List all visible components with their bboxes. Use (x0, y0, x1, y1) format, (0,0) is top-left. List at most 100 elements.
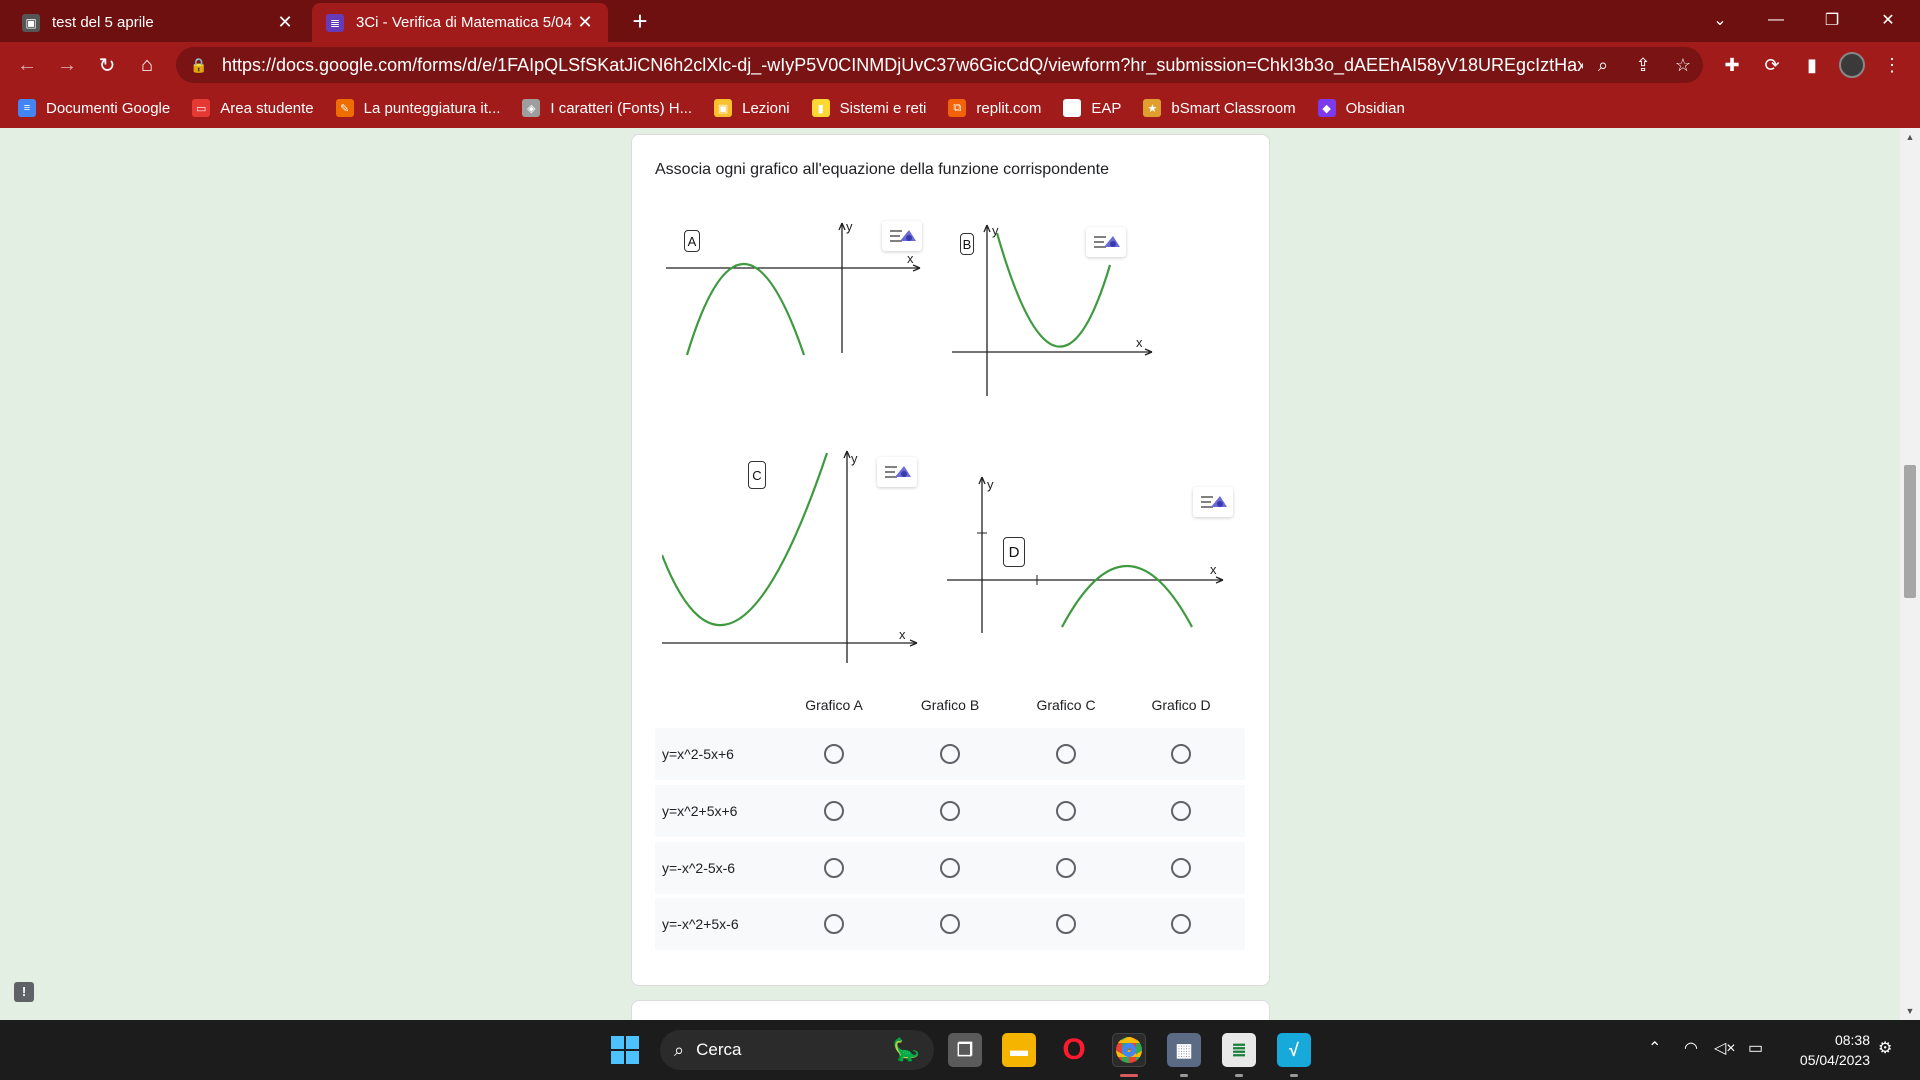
feedback-icon[interactable]: ! (14, 982, 34, 1002)
tab-search-icon[interactable]: ⌄ (1696, 0, 1744, 40)
share-icon[interactable]: ⇪ (1623, 55, 1663, 76)
radio-row2-grafico-b[interactable] (940, 801, 960, 821)
bookmark-eap[interactable]: EAP (1063, 99, 1121, 117)
task-view-icon[interactable]: ❐ (948, 1033, 982, 1067)
bookmark-sistemi-e-reti[interactable]: ▮ Sistemi e reti (811, 99, 927, 117)
bookmarks-bar: ≡ Documenti Google ▭ Area studente ✎ La pun… (0, 88, 1920, 128)
bookmark-star-icon[interactable]: ☆ (1663, 55, 1703, 76)
graph-a-y-label: y (846, 219, 853, 234)
calculator-icon[interactable]: ▦ (1167, 1033, 1201, 1067)
next-question-card (631, 1000, 1270, 1020)
radio-row4-grafico-d[interactable] (1171, 914, 1191, 934)
scrollbar-thumb[interactable] (1904, 465, 1916, 598)
taskbar-clock[interactable]: 08:38 05/04/2023 (1780, 1030, 1870, 1070)
wifi-icon[interactable]: ◠ (1684, 1038, 1698, 1058)
profile-avatar[interactable] (1837, 50, 1867, 80)
address-bar[interactable]: 🔒 https://docs.google.com/forms/d/e/1FAI… (176, 47, 1703, 83)
file-explorer-icon[interactable]: ▬ (1002, 1033, 1036, 1067)
home-icon[interactable]: ⌂ (132, 50, 162, 80)
reload-icon[interactable]: ↻ (92, 50, 122, 80)
slides-icon: ▣ (714, 99, 733, 117)
bookmark-label: Area studente (220, 99, 314, 117)
extension-sync-icon[interactable]: ⟳ (1757, 50, 1787, 80)
close-tab-icon[interactable]: ✕ (576, 12, 594, 33)
bookmark-replit[interactable]: ⧉ replit.com (948, 99, 1041, 117)
page-viewport: Associa ogni grafico all'equazione della… (0, 128, 1920, 1020)
scroll-down-icon[interactable]: ▼ (1900, 1006, 1920, 1016)
graph-a-label: A (684, 230, 700, 252)
bookmark-area-studente[interactable]: ▭ Area studente (192, 99, 314, 117)
graph-b-label: B (960, 233, 974, 255)
page-scrollbar[interactable]: ▲ ▼ (1900, 128, 1920, 1020)
radio-row1-grafico-b[interactable] (940, 744, 960, 764)
monitor-icon: ▭ (192, 99, 211, 117)
bookmark-bsmart[interactable]: ★ bSmart Classroom (1143, 99, 1296, 117)
radio-row2-grafico-c[interactable] (1056, 801, 1076, 821)
graph-c: C y x (662, 445, 932, 670)
radio-row1-grafico-c[interactable] (1056, 744, 1076, 764)
zoom-icon[interactable]: ⌕ (1583, 55, 1623, 76)
minimize-icon[interactable]: — (1752, 0, 1800, 40)
question-title: Associa ogni grafico all'equazione della… (655, 161, 1110, 178)
volume-muted-icon[interactable]: ◁× (1714, 1038, 1736, 1058)
menu-kebab-icon[interactable]: ⋮ (1877, 50, 1907, 80)
opera-icon[interactable]: O (1057, 1033, 1091, 1067)
chrome-icon[interactable] (1112, 1033, 1146, 1067)
tab-verifica-matematica[interactable]: ≣ 3Ci - Verifica di Matematica 5/04 ✕ (312, 3, 608, 42)
side-panel-icon[interactable]: ▮ (1797, 50, 1827, 80)
replit-icon: ⧉ (948, 99, 967, 117)
radio-row3-grafico-d[interactable] (1171, 858, 1191, 878)
radio-row3-grafico-b[interactable] (940, 858, 960, 878)
obsidian-icon: ◆ (1317, 99, 1336, 117)
new-tab-button[interactable]: + (624, 6, 656, 38)
geogebra-icon (1193, 487, 1233, 517)
radio-row4-grafico-c[interactable] (1056, 914, 1076, 934)
radio-row4-grafico-b[interactable] (940, 914, 960, 934)
taskbar-search-label: Cerca (696, 1040, 742, 1059)
question-card: Associa ogni grafico all'equazione della… (631, 134, 1270, 986)
taskbar-search[interactable]: ⌕ Cerca 🦕 (660, 1030, 934, 1070)
page-icon (1063, 99, 1082, 117)
bookmark-lezioni[interactable]: ▣ Lezioni (714, 99, 790, 117)
bookmark-punteggiatura[interactable]: ✎ La punteggiatura it... (335, 99, 500, 117)
bookmark-obsidian[interactable]: ◆ Obsidian (1317, 99, 1405, 117)
bookmark-label: Lezioni (742, 99, 790, 117)
sqrt-app-icon[interactable]: √ (1277, 1033, 1311, 1067)
radio-row2-grafico-d[interactable] (1171, 801, 1191, 821)
radio-row3-grafico-c[interactable] (1056, 858, 1076, 878)
radio-row1-grafico-d[interactable] (1171, 744, 1191, 764)
notifications-icon[interactable]: ⚙ (1878, 1038, 1892, 1058)
html-icon: ◈ (522, 99, 541, 117)
radio-row4-grafico-a[interactable] (824, 914, 844, 934)
back-icon[interactable]: ← (12, 50, 42, 80)
bookmark-label: Sistemi e reti (839, 99, 927, 117)
bookmark-label: Obsidian (1345, 99, 1405, 117)
tab-test-del-5-aprile[interactable]: ▣ test del 5 aprile ✕ (8, 3, 308, 42)
url-text: https://docs.google.com/forms/d/e/1FAIpQ… (222, 54, 1583, 75)
radio-row3-grafico-a[interactable] (824, 858, 844, 878)
window-close-icon[interactable]: ✕ (1864, 0, 1912, 40)
battery-icon[interactable]: ▭ (1748, 1038, 1763, 1058)
grid-row-3: y=-x^2-5x-6 (655, 842, 1245, 894)
graph-d: D y x (947, 465, 1247, 665)
extensions-icon[interactable]: ✚ (1717, 50, 1747, 80)
forms-icon: ≣ (326, 13, 344, 32)
forward-icon[interactable]: → (52, 50, 82, 80)
grid-column-headers: Grafico A Grafico B Grafico C Grafico D (655, 697, 1245, 717)
scroll-up-icon[interactable]: ▲ (1900, 132, 1920, 142)
restore-icon[interactable]: ❐ (1808, 0, 1856, 40)
bookmark-label: I caratteri (Fonts) H... (550, 99, 693, 117)
row-label: y=-x^2+5x-6 (662, 916, 739, 932)
notepad-icon[interactable]: ≣ (1222, 1033, 1256, 1067)
bookmark-caratteri-fonts[interactable]: ◈ I caratteri (Fonts) H... (522, 99, 692, 117)
lock-icon: 🔒 (190, 56, 208, 73)
graph-c-y-label: y (851, 451, 858, 466)
radio-row1-grafico-a[interactable] (824, 744, 844, 764)
windows-start-icon[interactable] (611, 1036, 639, 1064)
show-hidden-icons[interactable]: ⌃ (1648, 1038, 1661, 1058)
close-tab-icon[interactable]: ✕ (276, 12, 294, 33)
radio-row2-grafico-a[interactable] (824, 801, 844, 821)
geogebra-icon (1086, 227, 1126, 257)
bookmark-documenti-google[interactable]: ≡ Documenti Google (18, 99, 170, 117)
geogebra-icon (882, 221, 922, 251)
